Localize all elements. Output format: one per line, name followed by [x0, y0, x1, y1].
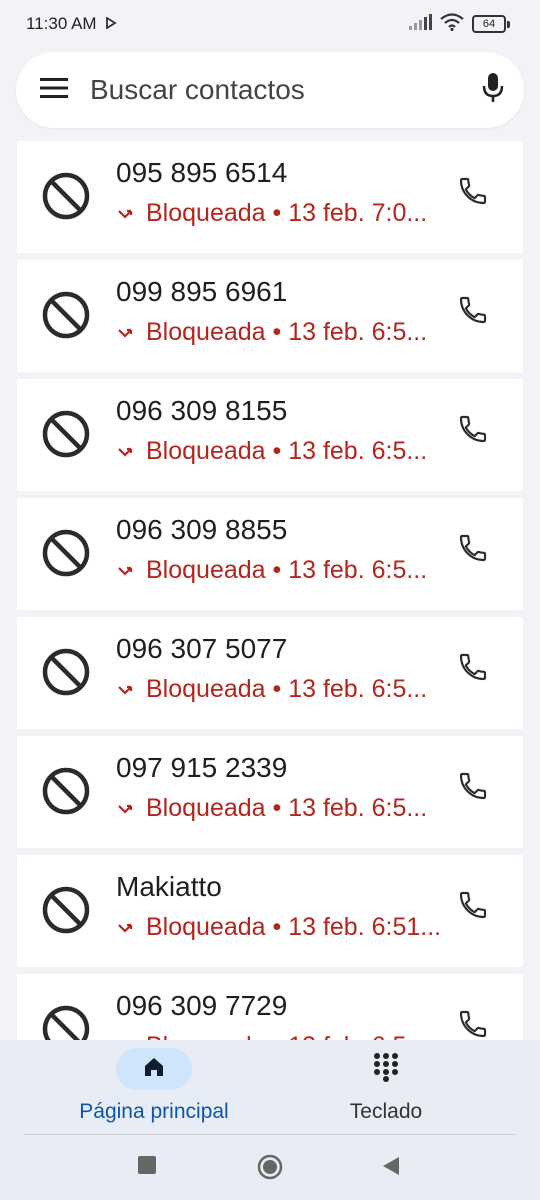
- dialpad-icon: [373, 1052, 399, 1087]
- recents-button[interactable]: [138, 1156, 156, 1179]
- blocked-icon: [41, 885, 91, 935]
- call-status-text: Bloqueada • 13 feb. 6:5...: [146, 318, 428, 346]
- signal-icon: [408, 13, 432, 35]
- phone-call-icon[interactable]: [457, 651, 489, 683]
- blocked-icon: [41, 171, 91, 221]
- call-status: Bloqueada • 13 feb. 6:51...: [116, 913, 441, 942]
- blocked-icon: [41, 1004, 91, 1040]
- call-status: Bloqueada • 13 feb. 6:5...: [116, 675, 427, 704]
- phone-call-icon[interactable]: [457, 770, 489, 802]
- home-system-button[interactable]: [257, 1154, 283, 1185]
- call-status: Bloqueada • 13 feb. 6:5...: [116, 1032, 427, 1040]
- battery-icon: 64: [472, 15, 510, 33]
- nav-keypad-label: Teclado: [349, 1100, 423, 1123]
- call-log-item[interactable]: 096 307 5077 Bloqueada • 13 feb. 6:5...: [17, 617, 523, 729]
- call-log-item[interactable]: 096 309 8855 Bloqueada • 13 feb. 6:5...: [17, 498, 523, 610]
- call-status: Bloqueada • 13 feb. 6:5...: [116, 556, 427, 585]
- search-input[interactable]: Buscar contactos: [90, 74, 482, 106]
- bottom-navigation: Página principal Teclado: [0, 1040, 540, 1136]
- call-status: Bloqueada • 13 feb. 6:5...: [116, 318, 427, 347]
- phone-call-icon[interactable]: [457, 175, 489, 207]
- hamburger-menu-icon[interactable]: [40, 77, 68, 104]
- call-status-text: Bloqueada • 13 feb. 6:5...: [146, 794, 428, 822]
- caller-name: 096 309 8855: [116, 514, 288, 545]
- status-bar: 11:30 AM 64: [0, 0, 540, 48]
- call-log-item[interactable]: Makiatto Bloqueada • 13 feb. 6:51...: [17, 855, 523, 967]
- phone-call-icon[interactable]: [457, 889, 489, 921]
- caller-name: Makiatto: [116, 871, 222, 902]
- phone-call-icon[interactable]: [457, 294, 489, 326]
- system-navigation-bar: [0, 1136, 540, 1200]
- cast-icon: [105, 14, 117, 34]
- microphone-icon[interactable]: [482, 72, 504, 109]
- call-log-item[interactable]: 096 309 8155 Bloqueada • 13 feb. 6:5...: [17, 379, 523, 491]
- call-log-list[interactable]: 095 895 6514 Bloqueada • 13 feb. 7:0... 09…: [17, 134, 523, 1040]
- caller-name: 096 307 5077: [116, 633, 288, 664]
- nav-keypad-pill[interactable]: [348, 1048, 424, 1090]
- nav-keypad[interactable]: Teclado: [286, 1048, 486, 1132]
- call-status-text: Bloqueada • 13 feb. 7:0...: [146, 199, 428, 227]
- caller-name: 096 309 7729: [116, 990, 288, 1021]
- call-status-text: Bloqueada • 13 feb. 6:5...: [146, 1032, 427, 1040]
- call-log-item[interactable]: 097 915 2339 Bloqueada • 13 feb. 6:5...: [17, 736, 523, 848]
- blocked-icon: [41, 766, 91, 816]
- phone-call-icon[interactable]: [457, 413, 489, 445]
- call-status-text: Bloqueada • 13 feb. 6:5...: [146, 675, 428, 703]
- blocked-icon: [41, 647, 91, 697]
- nav-home-pill[interactable]: [116, 1048, 192, 1090]
- call-log-item[interactable]: 095 895 6514 Bloqueada • 13 feb. 7:0...: [17, 141, 523, 253]
- wifi-icon: [440, 12, 464, 36]
- missed-call-arrow-icon: [116, 204, 136, 224]
- blocked-icon: [41, 528, 91, 578]
- caller-name: 096 309 8155: [116, 395, 288, 426]
- phone-call-icon[interactable]: [457, 1008, 489, 1040]
- missed-call-arrow-icon: [116, 442, 136, 462]
- blocked-icon: [41, 409, 91, 459]
- call-status-text: Bloqueada • 13 feb. 6:5...: [146, 437, 428, 465]
- missed-call-arrow-icon: [116, 918, 136, 938]
- call-status-text: Bloqueada • 13 feb. 6:51...: [146, 913, 442, 941]
- call-status: Bloqueada • 13 feb. 7:0...: [116, 199, 427, 228]
- call-log-item[interactable]: 099 895 6961 Bloqueada • 13 feb. 6:5...: [17, 260, 523, 372]
- nav-home-label: Página principal: [79, 1100, 229, 1123]
- missed-call-arrow-icon: [116, 561, 136, 581]
- call-status: Bloqueada • 13 feb. 6:5...: [116, 794, 427, 823]
- call-log-item[interactable]: 096 309 7729 Bloqueada • 13 feb. 6:5...: [17, 974, 523, 1040]
- blocked-icon: [41, 290, 91, 340]
- call-status: Bloqueada • 13 feb. 6:5...: [116, 437, 427, 466]
- nav-home[interactable]: Página principal: [54, 1048, 254, 1132]
- missed-call-arrow-icon: [116, 680, 136, 700]
- nav-divider: [24, 1134, 516, 1135]
- missed-call-arrow-icon: [116, 323, 136, 343]
- search-bar[interactable]: Buscar contactos: [16, 52, 524, 128]
- missed-call-arrow-icon: [116, 799, 136, 819]
- back-button[interactable]: [382, 1156, 400, 1181]
- caller-name: 097 915 2339: [116, 752, 288, 783]
- caller-name: 099 895 6961: [116, 276, 288, 307]
- phone-call-icon[interactable]: [457, 532, 489, 564]
- status-time: 11:30 AM: [26, 14, 97, 33]
- battery-level: 64: [472, 15, 506, 33]
- caller-name: 095 895 6514: [116, 157, 288, 188]
- call-status-text: Bloqueada • 13 feb. 6:5...: [146, 556, 428, 584]
- home-icon: [142, 1055, 166, 1084]
